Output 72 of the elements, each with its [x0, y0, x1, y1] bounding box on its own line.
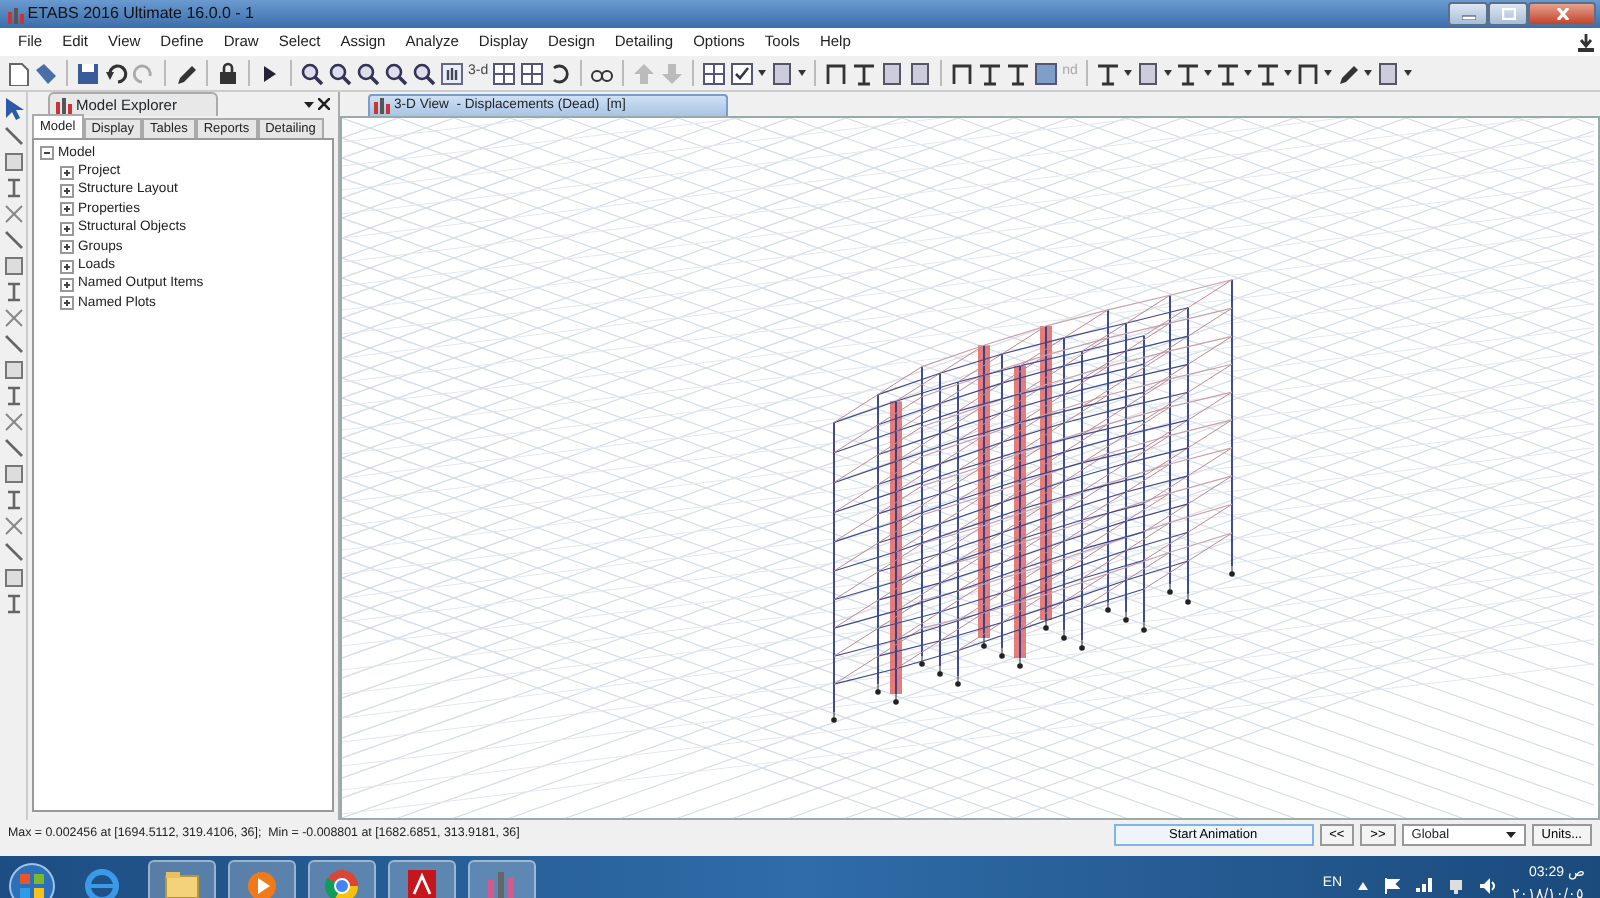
collapse-icon[interactable]	[40, 146, 54, 161]
grid-icon[interactable]	[520, 61, 545, 85]
dropdown-caret-icon[interactable]	[1323, 70, 1332, 76]
app-icon	[56, 97, 72, 113]
dropdown-caret-icon[interactable]	[758, 70, 767, 76]
dropdown-caret-icon[interactable]	[1243, 70, 1252, 76]
beam-icon[interactable]	[978, 61, 1003, 85]
media-player-icon[interactable]	[244, 867, 280, 898]
dropdown-caret-icon	[1505, 831, 1516, 837]
dropdown-caret-icon[interactable]	[798, 70, 807, 76]
beam-icon[interactable]	[1006, 61, 1031, 85]
grid-icon[interactable]	[492, 61, 517, 85]
maximize-button[interactable]	[1488, 2, 1529, 26]
app-icon	[374, 98, 390, 114]
window-title: ETABS 2016 Ultimate 16.0.0 - 1	[27, 2, 254, 26]
close-icon	[1555, 8, 1570, 20]
volume-icon[interactable]	[1480, 877, 1497, 893]
zoom-icon[interactable]	[384, 61, 408, 85]
browser-icon[interactable]	[84, 867, 120, 898]
tag-icon[interactable]	[34, 61, 58, 85]
zoom-icon[interactable]	[328, 61, 352, 85]
expand-icon[interactable]	[60, 183, 74, 198]
close-button[interactable]	[1528, 2, 1597, 26]
minimize-button[interactable]	[1448, 2, 1489, 26]
beam-icon[interactable]	[1215, 61, 1240, 85]
dropdown-caret-icon[interactable]	[1203, 70, 1212, 76]
frame-icon[interactable]	[824, 61, 849, 85]
new-file-icon[interactable]	[6, 61, 30, 85]
dropdown-caret-icon[interactable]	[1123, 70, 1132, 76]
beam-icon[interactable]	[1095, 61, 1120, 85]
frame-icon[interactable]	[950, 61, 975, 85]
beam-icon[interactable]	[1255, 61, 1280, 85]
zoom-icon[interactable]	[300, 61, 324, 85]
beam-icon[interactable]	[852, 61, 877, 85]
close-icon[interactable]	[318, 98, 330, 110]
expand-icon[interactable]	[60, 202, 74, 217]
expand-icon[interactable]	[60, 259, 74, 274]
app-icon	[6, 5, 24, 23]
expand-icon[interactable]	[60, 240, 74, 255]
download-icon[interactable]	[1577, 33, 1593, 51]
start-button[interactable]	[8, 861, 56, 898]
folder-icon[interactable]	[164, 867, 200, 898]
expand-icon[interactable]	[60, 277, 74, 292]
signal-icon[interactable]	[1416, 878, 1433, 892]
dropdown-caret-icon[interactable]	[304, 101, 315, 107]
expand-icon[interactable]	[60, 221, 74, 236]
frame-icon[interactable]	[1295, 61, 1320, 85]
pdf-icon[interactable]	[404, 867, 440, 898]
maximize-icon	[1501, 8, 1516, 20]
dropdown-caret-icon[interactable]	[1283, 70, 1292, 76]
grid-icon[interactable]	[702, 61, 727, 85]
pencil-icon[interactable]	[1335, 61, 1360, 85]
pointer-icon[interactable]	[3, 98, 23, 120]
pencil-icon[interactable]	[174, 61, 198, 85]
dropdown-caret-icon[interactable]	[1403, 70, 1412, 76]
checkbox-icon[interactable]	[730, 61, 755, 85]
network-icon[interactable]	[1448, 877, 1465, 893]
undo-icon[interactable]	[104, 61, 128, 85]
rotate-icon[interactable]	[548, 61, 573, 85]
zoom-icon[interactable]	[412, 61, 436, 85]
shaded-view-icon[interactable]	[1034, 61, 1059, 85]
lock-icon[interactable]	[216, 61, 240, 85]
beam-icon[interactable]	[1175, 61, 1200, 85]
flag-icon[interactable]	[1384, 877, 1401, 893]
zoom-icon[interactable]	[356, 61, 380, 85]
expand-icon[interactable]	[60, 296, 74, 311]
expand-icon[interactable]	[60, 165, 74, 180]
up-arrow-icon[interactable]	[1358, 881, 1369, 889]
dropdown-caret-icon[interactable]	[1363, 70, 1372, 76]
save-icon[interactable]	[76, 61, 100, 85]
dropdown-caret-icon[interactable]	[1163, 70, 1172, 76]
browser-icon[interactable]	[324, 867, 360, 898]
